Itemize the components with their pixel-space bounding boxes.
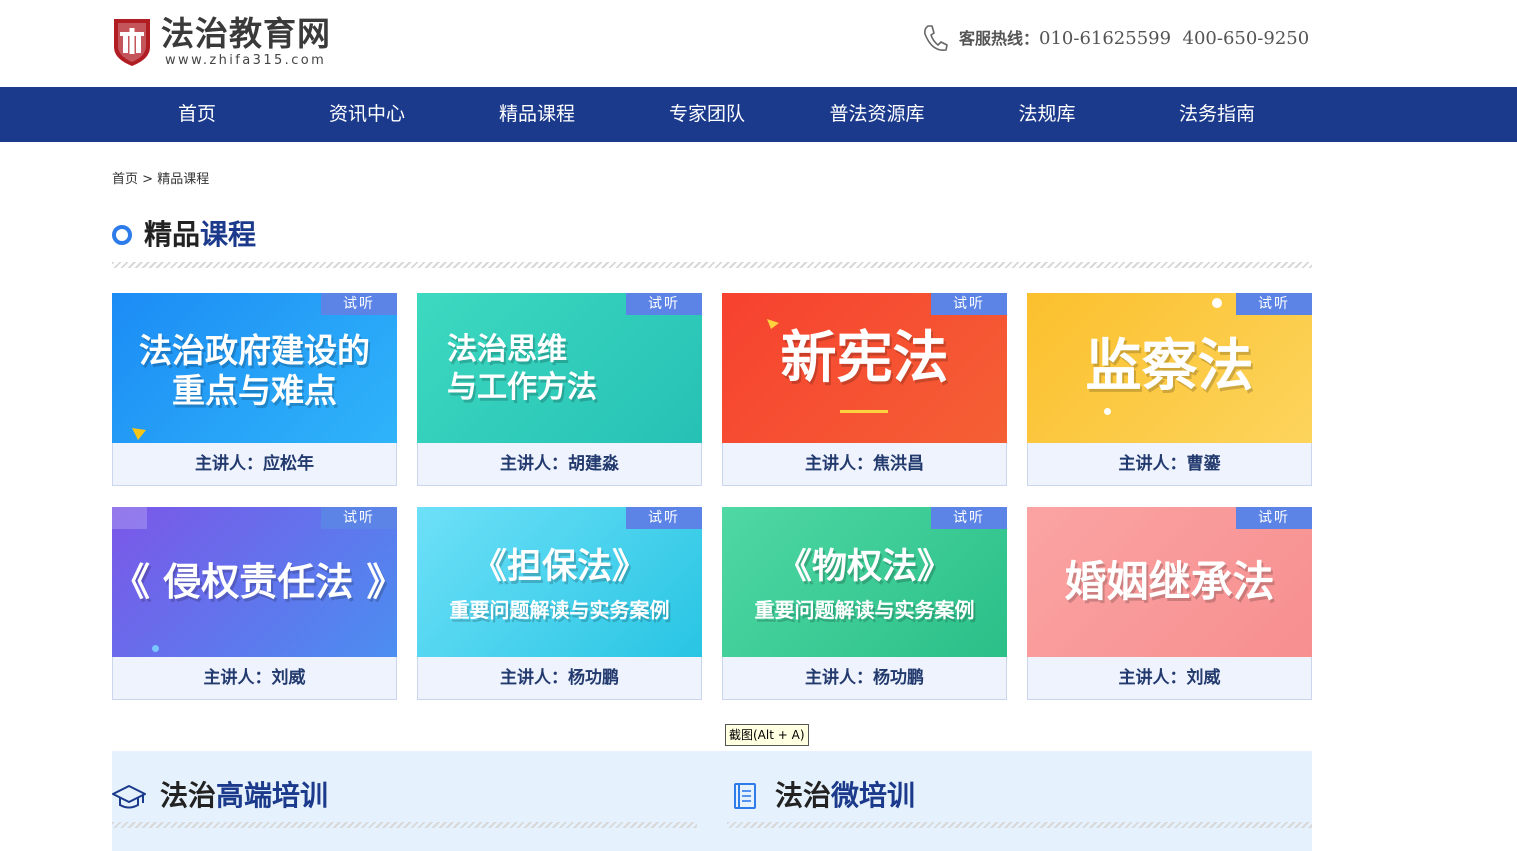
course-card[interactable]: 新宪法 试听 主讲人：焦洪昌 xyxy=(722,293,1007,487)
course-banner[interactable]: 《 侵权责任法 》 试听 xyxy=(112,507,397,657)
breadcrumb-separator: > xyxy=(142,172,154,187)
training-divider-left xyxy=(112,822,697,828)
course-banner-title: 婚姻继承法 xyxy=(1064,557,1275,606)
course-banner-subtitle: 重点与难点 xyxy=(172,371,337,410)
breadcrumb: 首页 > 精品课程 xyxy=(112,171,209,189)
course-banner[interactable]: 《担保法》 重要问题解读与实务案例 试听 xyxy=(417,507,702,657)
high-end-training-title[interactable]: 法治高端培训 xyxy=(160,778,328,814)
course-banner-subtitle: 重要问题解读与实务案例 xyxy=(754,598,975,622)
trial-tag[interactable]: 试听 xyxy=(626,293,702,315)
trial-tag[interactable]: 试听 xyxy=(321,507,397,529)
accent-underline xyxy=(840,410,888,413)
circle-bullet-icon xyxy=(112,225,132,245)
micro-title-part-a: 法治 xyxy=(775,779,832,812)
main-nav: 首页 资讯中心 精品课程 专家团队 普法资源库 法规库 法务指南 xyxy=(0,87,1517,142)
nav-regulations[interactable]: 法规库 xyxy=(972,87,1122,142)
course-card[interactable]: 《物权法》 重要问题解读与实务案例 试听 主讲人：杨功鹏 xyxy=(722,507,1007,701)
nav-courses[interactable]: 精品课程 xyxy=(462,87,612,142)
course-speaker[interactable]: 主讲人：焦洪昌 xyxy=(722,443,1007,486)
section-title-part-b: 课程 xyxy=(200,218,257,251)
course-speaker[interactable]: 主讲人：刘威 xyxy=(1027,657,1312,700)
course-banner-subtitle: 重要问题解读与实务案例 xyxy=(449,598,670,622)
nav-legal-guide[interactable]: 法务指南 xyxy=(1142,87,1292,142)
course-banner-title: 新宪法 xyxy=(780,326,949,391)
high-end-title-part-a: 法治 xyxy=(160,779,217,812)
course-banner-title: 法治政府建设的 xyxy=(139,331,370,370)
nav-home[interactable]: 首页 xyxy=(122,87,272,142)
course-speaker[interactable]: 主讲人：杨功鹏 xyxy=(722,657,1007,700)
course-banner[interactable]: 婚姻继承法 试听 xyxy=(1027,507,1312,657)
course-speaker[interactable]: 主讲人：刘威 xyxy=(112,657,397,700)
dot-decor-icon xyxy=(1212,298,1222,308)
nav-news[interactable]: 资讯中心 xyxy=(292,87,442,142)
course-card[interactable]: 法治政府建设的 重点与难点 试听 主讲人：应松年 xyxy=(112,293,397,487)
trial-tag[interactable]: 试听 xyxy=(626,507,702,529)
course-card[interactable]: 法治思维 与工作方法 试听 主讲人：胡建淼 xyxy=(417,293,702,487)
graduation-cap-icon xyxy=(112,785,146,809)
shield-logo-icon[interactable] xyxy=(112,17,152,67)
site-title[interactable]: 法治教育网 xyxy=(161,14,331,54)
course-banner[interactable]: 法治政府建设的 重点与难点 试听 xyxy=(112,293,397,443)
course-speaker[interactable]: 主讲人：曹鎏 xyxy=(1027,443,1312,486)
course-banner-title: 《担保法》 xyxy=(471,547,647,587)
section-divider xyxy=(112,262,1312,268)
hotline: 客服热线：010-61625599 400-650-9250 xyxy=(959,27,1309,51)
trial-tag[interactable]: 试听 xyxy=(931,293,1007,315)
course-banner[interactable]: 新宪法 试听 xyxy=(722,293,1007,443)
trial-tag[interactable]: 试听 xyxy=(931,507,1007,529)
triangle-decor-icon xyxy=(132,428,146,440)
course-card[interactable]: 婚姻继承法 试听 主讲人：刘威 xyxy=(1027,507,1312,701)
hotline-numbers: 010-61625599 400-650-9250 xyxy=(1039,28,1310,49)
training-divider-right xyxy=(727,822,1312,828)
breadcrumb-current: 精品课程 xyxy=(157,172,210,187)
course-speaker[interactable]: 主讲人：杨功鹏 xyxy=(417,657,702,700)
course-banner[interactable]: 《物权法》 重要问题解读与实务案例 试听 xyxy=(722,507,1007,657)
course-banner-title: 监察法 xyxy=(1085,334,1254,399)
course-banner-subtitle: 与工作方法 xyxy=(447,370,597,405)
site-header: 法治教育网 www.zhifa315.com 客服热线：010-61625599… xyxy=(0,0,1517,87)
trial-tag[interactable]: 试听 xyxy=(1236,507,1312,529)
book-icon xyxy=(734,783,756,809)
section-title-part-a: 精品 xyxy=(144,218,201,251)
micro-training-title[interactable]: 法治微培训 xyxy=(775,778,915,814)
phone-icon xyxy=(924,25,948,51)
block-decor-icon xyxy=(112,507,147,529)
course-banner[interactable]: 法治思维 与工作方法 试听 xyxy=(417,293,702,443)
trial-tag[interactable]: 试听 xyxy=(321,293,397,315)
trial-tag[interactable]: 试听 xyxy=(1236,293,1312,315)
dot-decor-icon xyxy=(152,645,159,652)
course-card[interactable]: 《 侵权责任法 》 试听 主讲人：刘威 xyxy=(112,507,397,701)
micro-title-part-b: 微培训 xyxy=(831,779,916,812)
nav-resources[interactable]: 普法资源库 xyxy=(802,87,952,142)
course-banner-title: 《物权法》 xyxy=(776,547,952,587)
course-banner[interactable]: 监察法 试听 xyxy=(1027,293,1312,443)
course-banner-title: 法治思维 xyxy=(447,332,567,367)
course-banner-title: 《 侵权责任法 》 xyxy=(112,560,397,604)
course-speaker[interactable]: 主讲人：应松年 xyxy=(112,443,397,486)
course-card[interactable]: 监察法 试听 主讲人：曹鎏 xyxy=(1027,293,1312,487)
course-speaker[interactable]: 主讲人：胡建淼 xyxy=(417,443,702,486)
site-url: www.zhifa315.com xyxy=(165,53,327,68)
section-title-text: 精品课程 xyxy=(144,215,256,255)
breadcrumb-home[interactable]: 首页 xyxy=(112,172,138,187)
nav-experts[interactable]: 专家团队 xyxy=(632,87,782,142)
high-end-title-part-b: 高端培训 xyxy=(216,779,329,812)
hotline-label: 客服热线： xyxy=(959,29,1040,48)
dot-decor-icon xyxy=(1104,408,1111,415)
course-card[interactable]: 《担保法》 重要问题解读与实务案例 试听 主讲人：杨功鹏 xyxy=(417,507,702,701)
screenshot-tooltip: 截图(Alt + A) xyxy=(725,724,809,746)
